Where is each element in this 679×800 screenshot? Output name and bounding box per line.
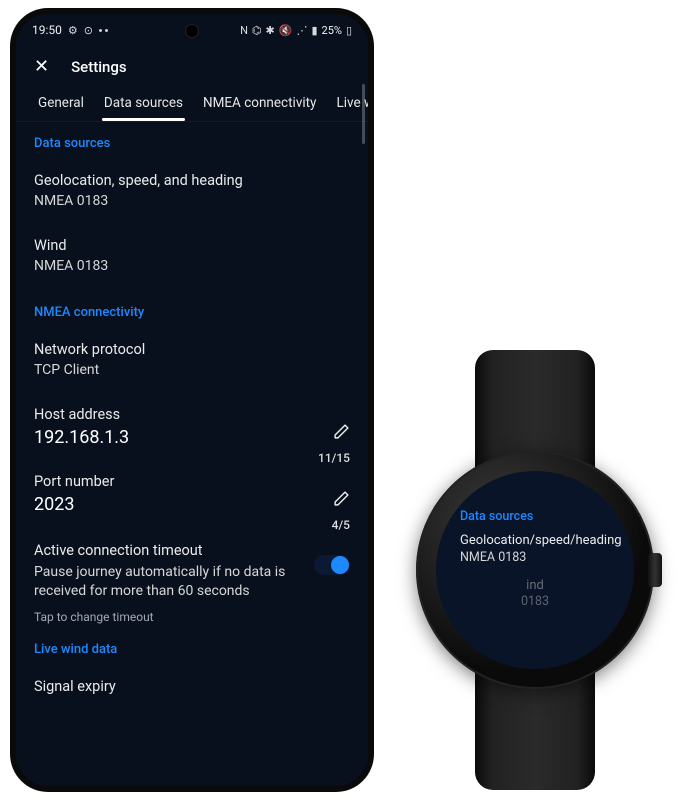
setting-title: Network protocol <box>34 340 350 360</box>
nfc-icon: N <box>240 24 248 37</box>
watch-setting-wind[interactable]: ind 0183 <box>460 577 610 610</box>
tab-general[interactable]: General <box>28 83 94 121</box>
setting-value-partial: 0183 <box>460 594 610 609</box>
section-header-live-wind: Live wind data <box>16 628 368 667</box>
setting-wind[interactable]: Wind NMEA 0183 <box>16 226 368 291</box>
setting-network-protocol[interactable]: Network protocol TCP Client <box>16 330 368 395</box>
setting-title: Wind <box>34 236 350 256</box>
watch-frame: Data sources Geolocation/speed/heading N… <box>400 350 670 790</box>
signal-icon: ▮ <box>311 24 317 37</box>
setting-title: Signal expiry <box>34 677 350 697</box>
setting-port-number[interactable]: Port number 2023 4/5 <box>16 462 368 529</box>
setting-title: Host address <box>34 405 350 425</box>
watch-setting-geolocation[interactable]: Geolocation/speed/heading NMEA 0183 <box>460 532 610 565</box>
setting-geolocation[interactable]: Geolocation, speed, and heading NMEA 018… <box>16 161 368 226</box>
phone-screen: 19:50 ⚙ ⊙ N ⌬ ✱ 🔇 ⋰ ▮ 25% ▯ ✕ Settings <box>16 14 368 786</box>
tab-data-sources[interactable]: Data sources <box>94 83 193 121</box>
setting-host-address[interactable]: Host address 192.168.1.3 11/15 <box>16 395 368 462</box>
page-title: Settings <box>71 58 127 76</box>
char-counter: 4/5 <box>332 518 350 532</box>
watch-crown[interactable] <box>648 553 662 587</box>
setting-value: 192.168.1.3 <box>34 427 350 448</box>
setting-value: TCP Client <box>34 361 350 381</box>
battery-text: 25% <box>322 24 342 37</box>
setting-title: Port number <box>34 472 350 492</box>
setting-value: NMEA 0183 <box>460 550 610 565</box>
setting-hint: Tap to change timeout <box>34 610 302 624</box>
setting-title-partial: ind <box>460 577 610 595</box>
setting-title: Geolocation, speed, and heading <box>34 171 350 191</box>
tab-live-wind[interactable]: Live wir <box>326 83 368 121</box>
setting-value: 2023 <box>34 494 350 515</box>
setting-signal-expiry[interactable]: Signal expiry <box>16 667 368 699</box>
setting-value: NMEA 0183 <box>34 192 350 212</box>
watch-case: Data sources Geolocation/speed/heading N… <box>416 451 654 689</box>
app-bar: ✕ Settings <box>16 46 368 83</box>
battery-icon: ▯ <box>346 24 352 37</box>
wifi-icon: ⋰ <box>296 24 307 37</box>
tab-bar: General Data sources NMEA connectivity L… <box>16 83 368 122</box>
setting-title: Active connection timeout <box>34 541 302 561</box>
setting-description: Pause journey automatically if no data i… <box>34 563 302 602</box>
setting-value: NMEA 0183 <box>34 257 350 277</box>
section-header-nmea: NMEA connectivity <box>16 291 368 330</box>
more-notifications-icon <box>99 29 108 32</box>
tab-nmea-connectivity[interactable]: NMEA connectivity <box>193 83 326 121</box>
phone-frame: 19:50 ⚙ ⊙ N ⌬ ✱ 🔇 ⋰ ▮ 25% ▯ ✕ Settings <box>10 8 374 792</box>
setting-active-timeout[interactable]: Active connection timeout Pause journey … <box>16 529 368 627</box>
bluetooth-connected-icon: ✱ <box>266 24 275 37</box>
camera-notch <box>185 24 199 38</box>
gear-icon: ⚙ <box>68 24 78 37</box>
close-icon[interactable]: ✕ <box>34 56 49 77</box>
toggle-knob <box>331 556 349 574</box>
section-header-data-sources: Data sources <box>16 122 368 161</box>
watch-section-header-data-sources: Data sources <box>460 509 610 524</box>
setting-title: Geolocation/speed/heading <box>460 532 610 550</box>
mute-icon: 🔇 <box>279 24 293 37</box>
notification-icon: ⊙ <box>84 24 93 37</box>
toggle-switch[interactable] <box>314 555 350 575</box>
edit-icon[interactable] <box>333 490 350 511</box>
watch-screen[interactable]: Data sources Geolocation/speed/heading N… <box>436 471 634 669</box>
bluetooth-icon: ⌬ <box>252 24 262 37</box>
status-time: 19:50 <box>32 23 62 37</box>
edit-icon[interactable] <box>333 423 350 444</box>
